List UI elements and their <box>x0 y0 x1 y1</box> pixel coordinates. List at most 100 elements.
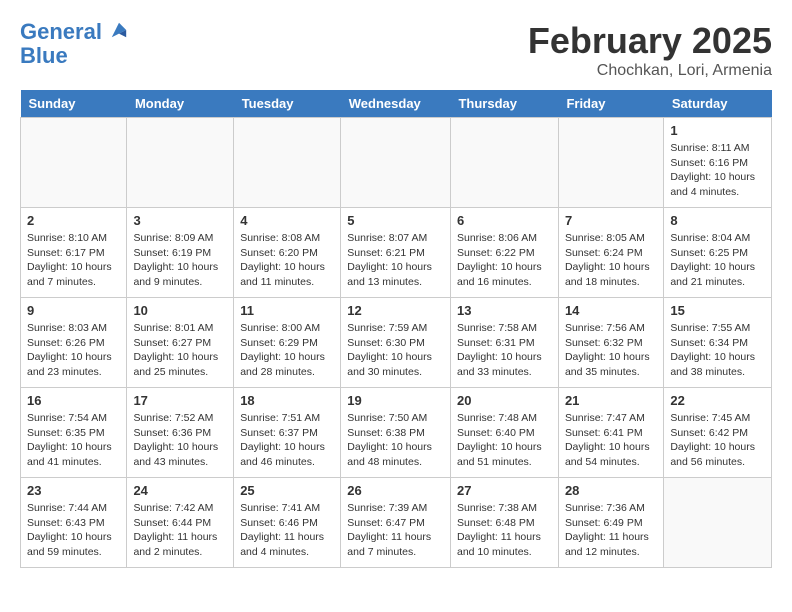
day-number: 17 <box>133 393 227 408</box>
day-info: Sunrise: 7:58 AM Sunset: 6:31 PM Dayligh… <box>457 321 552 380</box>
day-info: Sunrise: 7:45 AM Sunset: 6:42 PM Dayligh… <box>670 411 765 470</box>
calendar-cell: 27 Sunrise: 7:38 AM Sunset: 6:48 PM Dayli… <box>450 478 558 568</box>
subtitle: Chochkan, Lori, Armenia <box>528 62 772 80</box>
day-number: 16 <box>27 393 120 408</box>
day-info: Sunrise: 8:08 AM Sunset: 6:20 PM Dayligh… <box>240 231 334 290</box>
day-number: 22 <box>670 393 765 408</box>
header-day-monday: Monday <box>127 90 234 118</box>
calendar-cell: 15 Sunrise: 7:55 AM Sunset: 6:34 PM Dayli… <box>664 298 772 388</box>
calendar-cell: 9 Sunrise: 8:03 AM Sunset: 6:26 PM Daylig… <box>21 298 127 388</box>
calendar-cell <box>664 478 772 568</box>
calendar-cell: 11 Sunrise: 8:00 AM Sunset: 6:29 PM Dayli… <box>234 298 341 388</box>
header-day-tuesday: Tuesday <box>234 90 341 118</box>
day-number: 15 <box>670 303 765 318</box>
day-number: 1 <box>670 123 765 138</box>
day-info: Sunrise: 8:07 AM Sunset: 6:21 PM Dayligh… <box>347 231 444 290</box>
day-number: 28 <box>565 483 657 498</box>
day-info: Sunrise: 8:03 AM Sunset: 6:26 PM Dayligh… <box>27 321 120 380</box>
day-number: 5 <box>347 213 444 228</box>
calendar-cell: 2Sunrise: 8:10 AM Sunset: 6:17 PM Daylig… <box>21 208 127 298</box>
day-info: Sunrise: 7:39 AM Sunset: 6:47 PM Dayligh… <box>347 501 444 560</box>
header-day-sunday: Sunday <box>21 90 127 118</box>
header-day-friday: Friday <box>558 90 663 118</box>
day-number: 10 <box>133 303 227 318</box>
day-info: Sunrise: 7:55 AM Sunset: 6:34 PM Dayligh… <box>670 321 765 380</box>
calendar-cell <box>558 118 663 208</box>
day-number: 20 <box>457 393 552 408</box>
day-number: 23 <box>27 483 120 498</box>
day-info: Sunrise: 8:05 AM Sunset: 6:24 PM Dayligh… <box>565 231 657 290</box>
week-row-3: 16 Sunrise: 7:54 AM Sunset: 6:35 PM Dayli… <box>21 388 772 478</box>
day-info: Sunrise: 7:36 AM Sunset: 6:49 PM Dayligh… <box>565 501 657 560</box>
day-info: Sunrise: 7:56 AM Sunset: 6:32 PM Dayligh… <box>565 321 657 380</box>
calendar-cell: 1 Sunrise: 8:11 AM Sunset: 6:16 PM Daylig… <box>664 118 772 208</box>
calendar-table: SundayMondayTuesdayWednesdayThursdayFrid… <box>20 90 772 568</box>
day-info: Sunrise: 8:06 AM Sunset: 6:22 PM Dayligh… <box>457 231 552 290</box>
day-info: Sunrise: 8:04 AM Sunset: 6:25 PM Dayligh… <box>670 231 765 290</box>
calendar-cell: 12 Sunrise: 7:59 AM Sunset: 6:30 PM Dayli… <box>341 298 451 388</box>
day-info: Sunrise: 7:38 AM Sunset: 6:48 PM Dayligh… <box>457 501 552 560</box>
calendar-header: SundayMondayTuesdayWednesdayThursdayFrid… <box>21 90 772 118</box>
day-info: Sunrise: 7:54 AM Sunset: 6:35 PM Dayligh… <box>27 411 120 470</box>
day-info: Sunrise: 7:51 AM Sunset: 6:37 PM Dayligh… <box>240 411 334 470</box>
main-title: February 2025 <box>528 20 772 62</box>
calendar-cell: 8 Sunrise: 8:04 AM Sunset: 6:25 PM Daylig… <box>664 208 772 298</box>
calendar-cell: 17 Sunrise: 7:52 AM Sunset: 6:36 PM Dayli… <box>127 388 234 478</box>
calendar-cell: 22 Sunrise: 7:45 AM Sunset: 6:42 PM Dayli… <box>664 388 772 478</box>
title-area: February 2025 Chochkan, Lori, Armenia <box>528 20 772 80</box>
day-number: 24 <box>133 483 227 498</box>
calendar-cell: 26 Sunrise: 7:39 AM Sunset: 6:47 PM Dayli… <box>341 478 451 568</box>
calendar-cell: 23 Sunrise: 7:44 AM Sunset: 6:43 PM Dayli… <box>21 478 127 568</box>
calendar-cell: 16 Sunrise: 7:54 AM Sunset: 6:35 PM Dayli… <box>21 388 127 478</box>
day-info: Sunrise: 7:47 AM Sunset: 6:41 PM Dayligh… <box>565 411 657 470</box>
header-day-saturday: Saturday <box>664 90 772 118</box>
day-number: 8 <box>670 213 765 228</box>
week-row-2: 9 Sunrise: 8:03 AM Sunset: 6:26 PM Daylig… <box>21 298 772 388</box>
day-number: 21 <box>565 393 657 408</box>
calendar-cell <box>21 118 127 208</box>
logo-text: General <box>20 20 128 44</box>
day-number: 18 <box>240 393 334 408</box>
day-number: 13 <box>457 303 552 318</box>
calendar-cell: 13 Sunrise: 7:58 AM Sunset: 6:31 PM Dayli… <box>450 298 558 388</box>
day-number: 26 <box>347 483 444 498</box>
day-info: Sunrise: 8:00 AM Sunset: 6:29 PM Dayligh… <box>240 321 334 380</box>
calendar-cell <box>450 118 558 208</box>
calendar-cell: 4 Sunrise: 8:08 AM Sunset: 6:20 PM Daylig… <box>234 208 341 298</box>
day-number: 7 <box>565 213 657 228</box>
day-number: 11 <box>240 303 334 318</box>
calendar-cell: 7 Sunrise: 8:05 AM Sunset: 6:24 PM Daylig… <box>558 208 663 298</box>
calendar-cell: 6Sunrise: 8:06 AM Sunset: 6:22 PM Daylig… <box>450 208 558 298</box>
calendar-cell <box>127 118 234 208</box>
calendar-cell: 3Sunrise: 8:09 AM Sunset: 6:19 PM Daylig… <box>127 208 234 298</box>
calendar-cell: 18 Sunrise: 7:51 AM Sunset: 6:37 PM Dayli… <box>234 388 341 478</box>
day-info: Sunrise: 7:41 AM Sunset: 6:46 PM Dayligh… <box>240 501 334 560</box>
day-info: Sunrise: 8:11 AM Sunset: 6:16 PM Dayligh… <box>670 141 765 200</box>
calendar-cell: 25 Sunrise: 7:41 AM Sunset: 6:46 PM Dayli… <box>234 478 341 568</box>
calendar-cell <box>341 118 451 208</box>
logo-icon <box>110 21 128 39</box>
day-number: 12 <box>347 303 444 318</box>
day-info: Sunrise: 8:09 AM Sunset: 6:19 PM Dayligh… <box>133 231 227 290</box>
day-info: Sunrise: 7:59 AM Sunset: 6:30 PM Dayligh… <box>347 321 444 380</box>
day-number: 9 <box>27 303 120 318</box>
day-number: 27 <box>457 483 552 498</box>
day-number: 19 <box>347 393 444 408</box>
page-header: General Blue February 2025 Chochkan, Lor… <box>20 20 772 80</box>
calendar-cell: 20Sunrise: 7:48 AM Sunset: 6:40 PM Dayli… <box>450 388 558 478</box>
calendar-cell <box>234 118 341 208</box>
calendar-cell: 28 Sunrise: 7:36 AM Sunset: 6:49 PM Dayli… <box>558 478 663 568</box>
header-row: SundayMondayTuesdayWednesdayThursdayFrid… <box>21 90 772 118</box>
calendar-cell: 10Sunrise: 8:01 AM Sunset: 6:27 PM Dayli… <box>127 298 234 388</box>
day-number: 4 <box>240 213 334 228</box>
day-info: Sunrise: 7:44 AM Sunset: 6:43 PM Dayligh… <box>27 501 120 560</box>
calendar-cell: 19Sunrise: 7:50 AM Sunset: 6:38 PM Dayli… <box>341 388 451 478</box>
header-day-wednesday: Wednesday <box>341 90 451 118</box>
day-info: Sunrise: 7:52 AM Sunset: 6:36 PM Dayligh… <box>133 411 227 470</box>
calendar-cell: 21 Sunrise: 7:47 AM Sunset: 6:41 PM Dayli… <box>558 388 663 478</box>
week-row-4: 23 Sunrise: 7:44 AM Sunset: 6:43 PM Dayli… <box>21 478 772 568</box>
day-number: 14 <box>565 303 657 318</box>
day-number: 25 <box>240 483 334 498</box>
calendar-cell: 24Sunrise: 7:42 AM Sunset: 6:44 PM Dayli… <box>127 478 234 568</box>
logo-blue: Blue <box>20 44 128 68</box>
